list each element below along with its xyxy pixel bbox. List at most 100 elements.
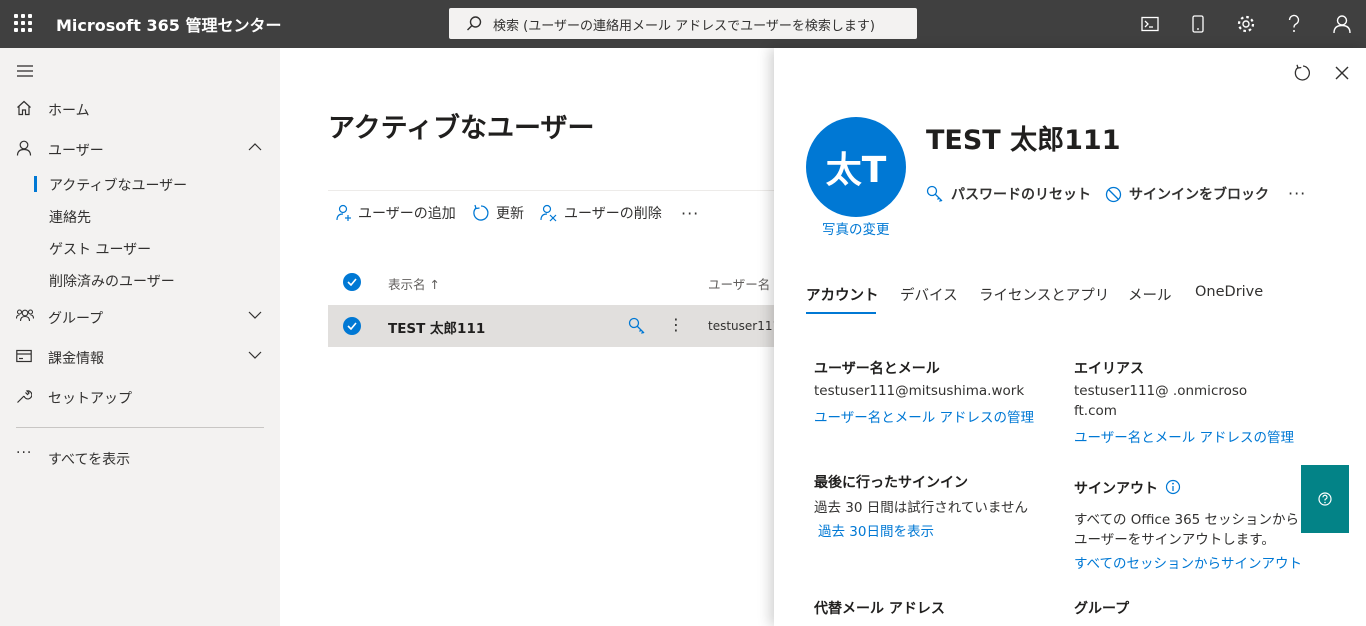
column-header-display-name[interactable]: 表示名 ↑ <box>388 274 440 293</box>
refresh-icon[interactable] <box>1293 64 1311 82</box>
sidebar-item-home[interactable]: ホーム <box>0 90 280 126</box>
sidebar-item-groups[interactable]: グループ <box>0 298 280 334</box>
row-more-icon[interactable]: ⋮ <box>668 315 684 334</box>
tab-mail[interactable]: メール <box>1128 284 1172 305</box>
main-content: アクティブなユーザー ユーザーの追加 更新 ユーザーの削除 ··· 表示名 ↑ … <box>280 48 792 626</box>
refresh-icon <box>473 204 489 221</box>
more-actions-icon[interactable]: ··· <box>1288 184 1306 203</box>
delete-user-label: ユーザーの削除 <box>564 206 662 222</box>
hamburger-icon[interactable] <box>17 65 33 77</box>
info-icon[interactable] <box>1165 479 1181 495</box>
more-icon: ··· <box>16 445 33 461</box>
sidebar-item-users[interactable]: ユーザー <box>0 130 280 166</box>
sidebar-item-setup[interactable]: セットアップ <box>0 378 280 414</box>
row-display-name[interactable]: TEST 太郎111 <box>388 317 485 337</box>
checkmark-icon <box>347 322 357 330</box>
delete-user-icon <box>540 204 557 222</box>
active-indicator <box>34 176 37 192</box>
table-row[interactable]: TEST 太郎111 ⋮ testuser111@ <box>328 305 792 347</box>
alias-heading: エイリアス <box>1074 361 1144 377</box>
help-icon[interactable] <box>1282 12 1306 36</box>
alias-value-line2: ft.com <box>1074 403 1117 419</box>
avatar: 太T <box>806 117 906 217</box>
search-input[interactable]: 検索 (ユーザーの連絡用メール アドレスでユーザーを検索します) <box>493 15 875 34</box>
alias-value-line1: testuser111@ .onmicroso <box>1074 383 1248 399</box>
help-icon <box>1318 492 1332 506</box>
home-icon <box>17 100 31 116</box>
user-name-heading: TEST 太郎111 <box>926 125 1121 156</box>
user-icon[interactable] <box>1330 12 1354 36</box>
row-checkbox[interactable] <box>343 317 361 335</box>
signout-heading: サインアウト <box>1074 481 1158 497</box>
groups-heading: グループ <box>1074 601 1130 617</box>
refresh-button[interactable]: 更新 <box>472 202 524 224</box>
block-signin-button[interactable]: サインインをブロック <box>1105 184 1269 204</box>
select-all-checkbox[interactable] <box>343 273 361 291</box>
manage-alias-link[interactable]: ユーザー名とメール アドレスの管理 <box>1074 426 1294 446</box>
reset-password-button[interactable]: パスワードのリセット <box>926 184 1091 204</box>
signout-description-line1: すべての Office 365 セッションから <box>1074 512 1300 528</box>
checkmark-icon <box>347 278 357 286</box>
delete-user-button[interactable]: ユーザーの削除 <box>540 202 662 224</box>
key-icon <box>926 185 943 202</box>
sidebar-item-label: ユーザー <box>48 143 104 159</box>
tab-onedrive[interactable]: OneDrive <box>1195 284 1263 300</box>
divider <box>328 190 774 191</box>
sidebar-subitem-contacts[interactable]: 連絡先 <box>49 207 91 227</box>
sidebar-item-label: ホーム <box>48 103 90 119</box>
last-signin-heading: 最後に行ったサインイン <box>814 475 968 491</box>
terminal-icon[interactable] <box>1138 12 1162 36</box>
chevron-down-icon[interactable] <box>248 310 262 320</box>
signout-all-sessions-link[interactable]: すべてのセッションからサインアウト <box>1074 552 1302 572</box>
sidebar-item-show-all[interactable]: ··· すべてを表示 <box>0 439 280 475</box>
last-signin-value: 過去 30 日間は試行されていません <box>814 500 1028 516</box>
signout-description-line2: ユーザーをサインアウトします。 <box>1074 532 1275 548</box>
username-email-heading: ユーザー名とメール <box>814 361 940 377</box>
app-title[interactable]: Microsoft 365 管理センター <box>56 12 281 36</box>
page-title: アクティブなユーザー <box>328 113 595 144</box>
key-icon[interactable] <box>628 317 646 335</box>
tab-devices[interactable]: デバイス <box>900 284 958 305</box>
tab-account[interactable]: アカウント <box>806 284 879 305</box>
block-signin-label: サインインをブロック <box>1129 187 1269 203</box>
close-icon[interactable] <box>1335 66 1349 80</box>
search-icon <box>467 16 482 31</box>
more-commands-icon[interactable]: ··· <box>681 202 699 224</box>
add-user-icon <box>336 204 351 221</box>
sidebar-item-billing[interactable]: 課金情報 <box>0 338 280 374</box>
divider <box>16 427 264 428</box>
refresh-label: 更新 <box>496 206 524 222</box>
user-details-panel: 太T 写真の変更 TEST 太郎111 パスワードのリセット サインインをブロッ… <box>774 48 1366 626</box>
top-bar: Microsoft 365 管理センター 検索 (ユーザーの連絡用メール アドレ… <box>0 0 1366 48</box>
tab-licenses-apps[interactable]: ライセンスとアプリ <box>979 284 1109 305</box>
sidebar: ホーム ユーザー アクティブなユーザー 連絡先 ゲスト ユーザー 削除済みのユー… <box>0 48 280 626</box>
manage-username-link[interactable]: ユーザー名とメール アドレスの管理 <box>814 406 1034 426</box>
sidebar-item-label: グループ <box>48 311 104 327</box>
username-email-value: testuser111@mitsushima.work <box>814 383 1025 399</box>
sidebar-item-label: セットアップ <box>48 391 132 407</box>
reset-password-label: パスワードのリセット <box>951 187 1091 203</box>
group-icon <box>16 309 34 322</box>
alt-email-heading: 代替メール アドレス <box>814 601 945 617</box>
mobile-icon[interactable] <box>1186 12 1210 36</box>
wrench-icon <box>17 390 32 403</box>
sidebar-subitem-guest-users[interactable]: ゲスト ユーザー <box>49 239 151 259</box>
view-30-days-link[interactable]: 過去 30日間を表示 <box>818 520 934 540</box>
add-user-button[interactable]: ユーザーの追加 <box>336 202 456 224</box>
active-tab-indicator <box>806 312 876 314</box>
add-user-label: ユーザーの追加 <box>358 206 456 222</box>
chevron-up-icon[interactable] <box>248 142 262 152</box>
user-icon <box>16 140 32 156</box>
sidebar-subitem-active-users[interactable]: アクティブなユーザー <box>49 175 187 195</box>
gear-icon[interactable] <box>1234 12 1258 36</box>
waffle-icon[interactable] <box>14 14 32 32</box>
change-photo-link[interactable]: 写真の変更 <box>822 218 890 238</box>
sidebar-item-label: すべてを表示 <box>48 452 131 468</box>
sidebar-item-label: 課金情報 <box>48 351 104 367</box>
help-button[interactable] <box>1301 465 1349 533</box>
billing-icon <box>16 349 32 363</box>
search-box[interactable]: 検索 (ユーザーの連絡用メール アドレスでユーザーを検索します) <box>449 8 917 39</box>
column-header-username[interactable]: ユーザー名 <box>708 274 770 293</box>
sidebar-subitem-deleted-users[interactable]: 削除済みのユーザー <box>49 271 175 291</box>
chevron-down-icon[interactable] <box>248 350 262 360</box>
